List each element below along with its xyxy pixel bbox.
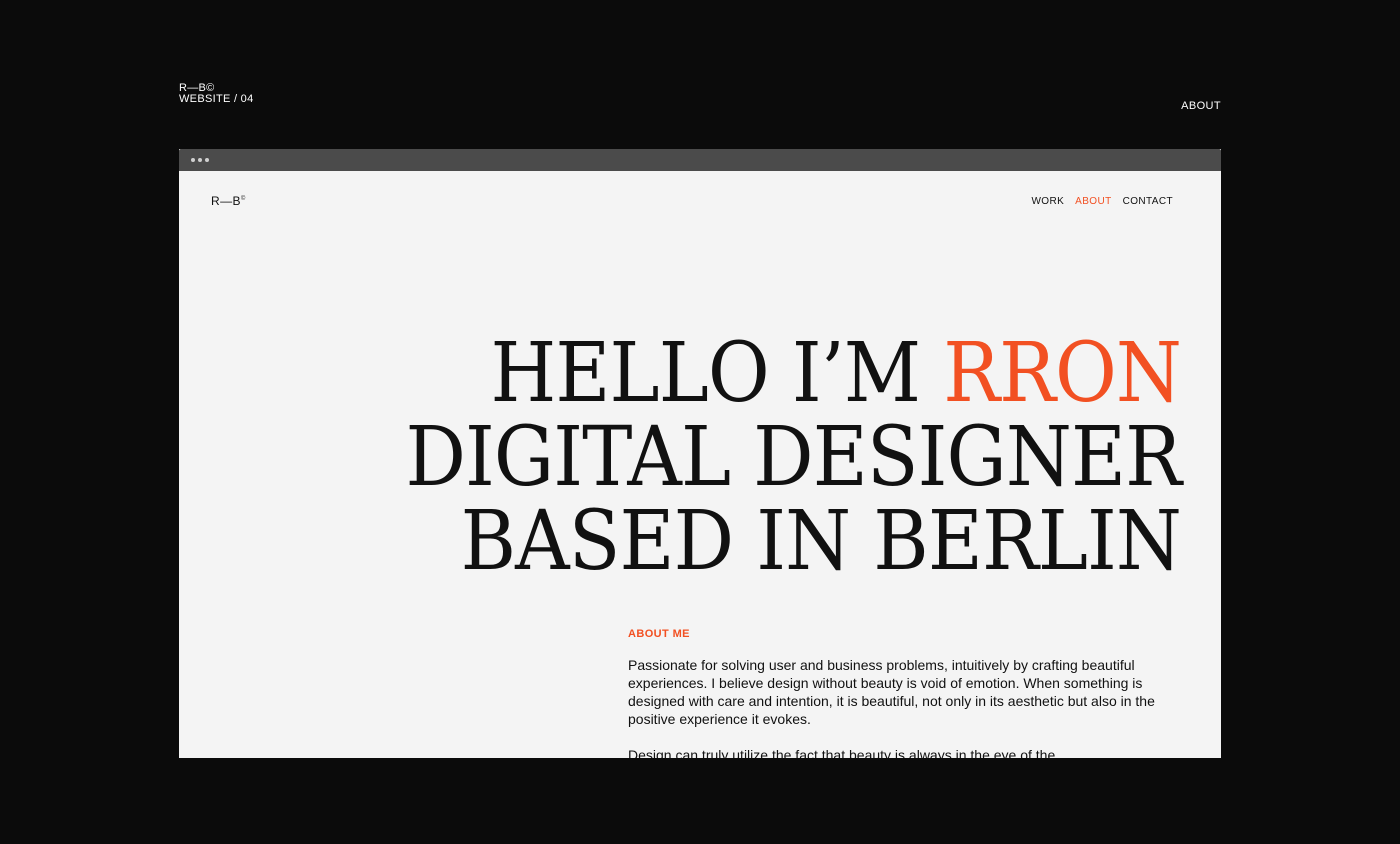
nav-work[interactable]: WORK bbox=[1031, 196, 1064, 207]
browser-window: R—B© WORK ABOUT CONTACT HELLO I’M RRON D… bbox=[179, 149, 1221, 758]
site-logo-text: R—B bbox=[211, 194, 241, 208]
about-paragraph-1: Passionate for solving user and business… bbox=[628, 657, 1155, 727]
hero-name: RRON bbox=[943, 325, 1182, 421]
presentation-canvas: R—B© WEBSITE / 04 ABOUT R—B© WORK ABOUT … bbox=[0, 0, 1400, 844]
hero-line-2: DIGITAL DESIGNER bbox=[405, 409, 1181, 505]
outer-about-link[interactable]: ABOUT bbox=[1181, 100, 1221, 112]
about-body: Passionate for solving user and business… bbox=[628, 656, 1173, 758]
nav-about[interactable]: ABOUT bbox=[1075, 196, 1111, 207]
site-logo-copyright: © bbox=[240, 196, 246, 202]
hero-line-1: HELLO I’M RRON bbox=[405, 331, 1182, 416]
window-dot-icon bbox=[198, 158, 202, 162]
about-paragraph-2: Design can truly utilize the fact that b… bbox=[628, 747, 1056, 758]
window-dot-icon bbox=[205, 158, 209, 162]
site-logo[interactable]: R—B© bbox=[211, 194, 246, 208]
hero-line-3: BASED IN BERLIN bbox=[460, 493, 1182, 589]
about-heading: ABOUT ME bbox=[628, 628, 690, 640]
hero-heading: HELLO I’M RRON DIGITAL DESIGNER BASED IN… bbox=[405, 331, 1182, 589]
project-number: WEBSITE / 04 bbox=[179, 93, 254, 105]
site-nav: WORK ABOUT CONTACT bbox=[1031, 196, 1173, 207]
hero-greeting: HELLO I’M bbox=[490, 325, 944, 421]
nav-contact[interactable]: CONTACT bbox=[1123, 196, 1173, 207]
window-dot-icon bbox=[191, 158, 195, 162]
project-label: R—B© WEBSITE / 04 bbox=[179, 83, 254, 105]
browser-titlebar bbox=[179, 149, 1221, 171]
